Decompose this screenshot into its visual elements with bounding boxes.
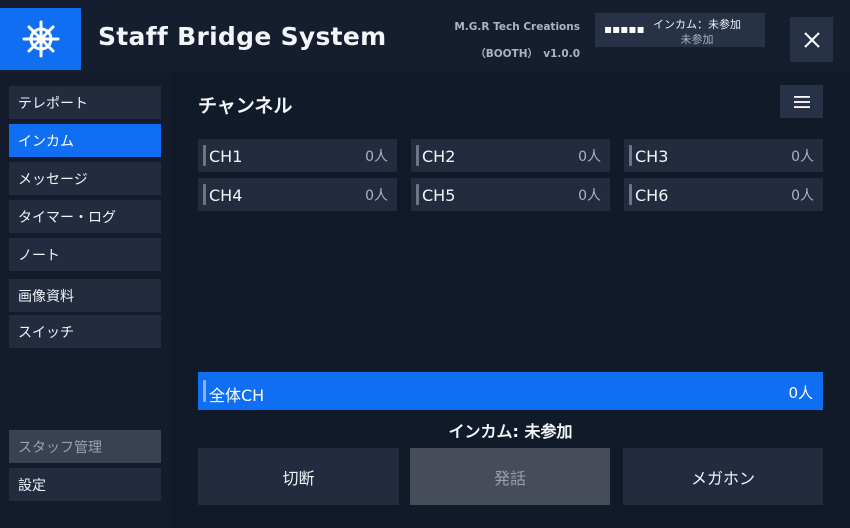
sidebar-item-image-docs[interactable]: 画像資料 [9, 279, 161, 312]
channel-count: 0人 [791, 188, 814, 204]
channel-name: CH4 [209, 186, 243, 205]
channel-count: 0人 [791, 149, 814, 165]
channel-count: 0人 [365, 188, 388, 204]
channel-count: 0人 [365, 149, 388, 165]
page-title: チャンネル [198, 95, 293, 117]
app-title: Staff Bridge System [98, 22, 387, 51]
version-text: （BOOTH） v1.0.0 [475, 48, 580, 60]
channel-ch6[interactable]: CH6 0人 [624, 178, 823, 211]
channel-ch1[interactable]: CH1 0人 [198, 139, 397, 172]
sidebar-item-intercom[interactable]: インカム [9, 124, 161, 157]
status-line-secondary: 未参加 [680, 33, 714, 46]
channel-indicator [203, 145, 206, 166]
intercom-status-text: インカム: 未参加 [448, 422, 573, 441]
disconnect-button[interactable]: 切断 [198, 448, 399, 505]
app-logo [0, 8, 81, 70]
channel-name: 全体CH [209, 386, 265, 405]
channel-count: 0人 [788, 384, 813, 402]
channel-indicator [416, 184, 419, 205]
channel-indicator [203, 380, 206, 402]
ship-wheel-icon [22, 20, 59, 58]
sidebar-item-message[interactable]: メッセージ [9, 162, 161, 195]
menu-button[interactable] [780, 85, 823, 118]
channel-name: CH6 [635, 186, 669, 205]
sidebar-item-staff-management[interactable]: スタッフ管理 [9, 430, 161, 463]
hamburger-menu-icon [793, 95, 810, 108]
status-line-primary: インカム：未参加 [653, 18, 741, 31]
channel-indicator [629, 145, 632, 166]
channel-indicator [203, 184, 206, 205]
channel-ch5[interactable]: CH5 0人 [411, 178, 610, 211]
intercom-status-indicator: ▪▪▪▪▪ インカム：未参加 未参加 [595, 13, 765, 47]
channel-indicator [416, 145, 419, 166]
close-icon [803, 31, 820, 48]
sidebar-item-note[interactable]: ノート [9, 238, 161, 271]
channel-ch4[interactable]: CH4 0人 [198, 178, 397, 211]
speak-button[interactable]: 発話 [410, 448, 610, 505]
channel-count: 0人 [578, 149, 601, 165]
channel-indicator [629, 184, 632, 205]
sidebar-item-settings[interactable]: 設定 [9, 468, 161, 501]
channel-name: CH5 [422, 186, 456, 205]
sidebar-item-timer-log[interactable]: タイマー・ログ [9, 200, 161, 233]
header-bar: Staff Bridge System M.G.R Tech Creations… [0, 0, 850, 72]
sidebar-item-teleport[interactable]: テレポート [9, 86, 161, 119]
channel-ch3[interactable]: CH3 0人 [624, 139, 823, 172]
channel-name: CH3 [635, 147, 669, 166]
sidebar-item-switch[interactable]: スイッチ [9, 315, 161, 348]
close-button[interactable] [790, 17, 833, 62]
channel-ch2[interactable]: CH2 0人 [411, 139, 610, 172]
channel-name: CH1 [209, 147, 243, 166]
channel-count: 0人 [578, 188, 601, 204]
megaphone-button[interactable]: メガホン [623, 448, 823, 505]
app-window: Staff Bridge System M.G.R Tech Creations… [0, 0, 850, 528]
channel-name: CH2 [422, 147, 456, 166]
channel-all[interactable]: 全体CH 0人 [198, 372, 823, 410]
credit-text: M.G.R Tech Creations [454, 21, 580, 33]
